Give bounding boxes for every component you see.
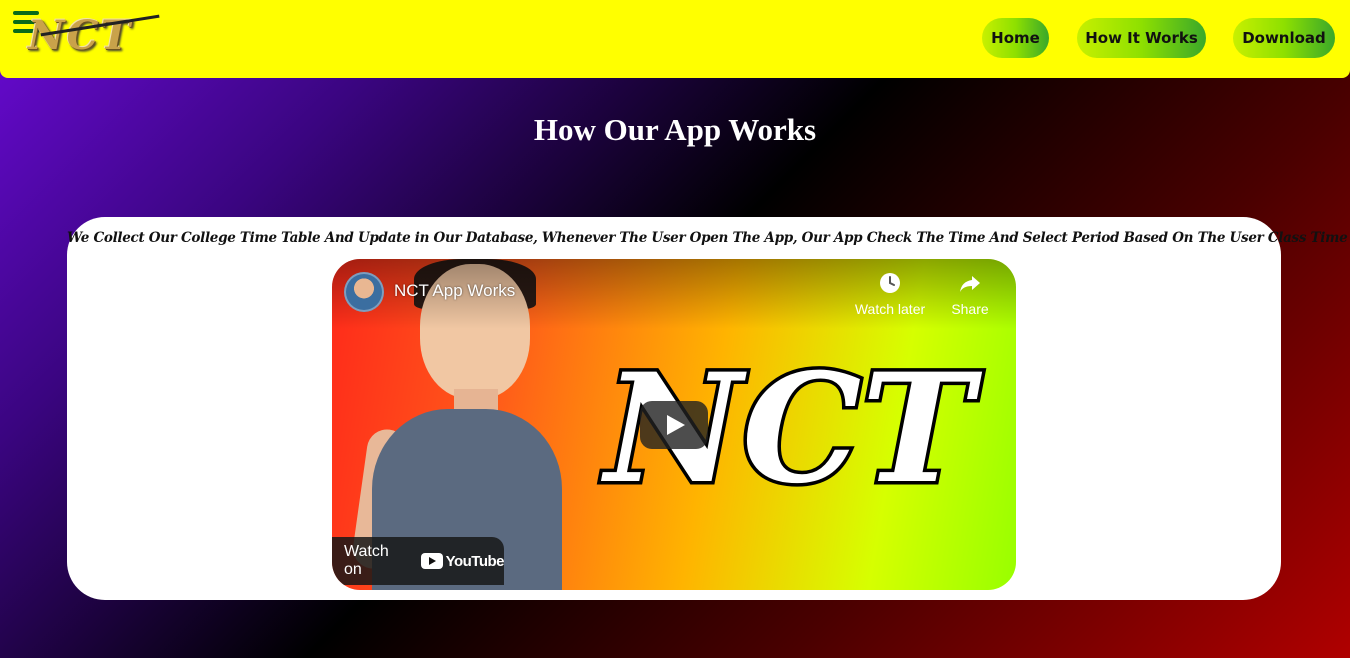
youtube-logo: YouTube [420, 552, 505, 570]
play-icon [667, 415, 685, 435]
nav-home-button[interactable]: Home [982, 18, 1049, 58]
app-description: We Collect Our College Time Table And Up… [67, 230, 1350, 246]
watch-on-youtube-button[interactable]: Watch on YouTube [332, 537, 505, 585]
play-button[interactable] [640, 401, 708, 449]
share-button[interactable]: Share [930, 271, 1010, 317]
share-arrow-icon [960, 276, 980, 292]
page-title: How Our App Works [533, 112, 817, 147]
youtube-video-embed[interactable]: NCT NCT App Works Watch later Share Watc… [332, 259, 1016, 590]
video-title[interactable]: NCT App Works [394, 281, 515, 301]
channel-avatar[interactable] [344, 272, 384, 312]
watch-on-label: Watch on [344, 543, 389, 578]
content-card: We Collect Our College Time Table And Up… [67, 217, 1350, 600]
clock-icon [880, 273, 900, 293]
nav-how-it-works-button[interactable]: How It Works [1077, 18, 1206, 58]
top-navbar: NCT Home How It Works Download [0, 0, 1350, 78]
nav-download-button[interactable]: Download [1233, 18, 1335, 58]
watch-later-label: Watch later [854, 301, 926, 317]
site-logo[interactable]: NCT [28, 14, 173, 58]
watch-later-button[interactable]: Watch later [850, 271, 930, 317]
thumbnail-nct-logo-text: NCT [601, 338, 976, 521]
youtube-wordmark: YouTube [445, 552, 505, 570]
youtube-logo-icon [420, 553, 443, 569]
share-label: Share [951, 301, 989, 317]
